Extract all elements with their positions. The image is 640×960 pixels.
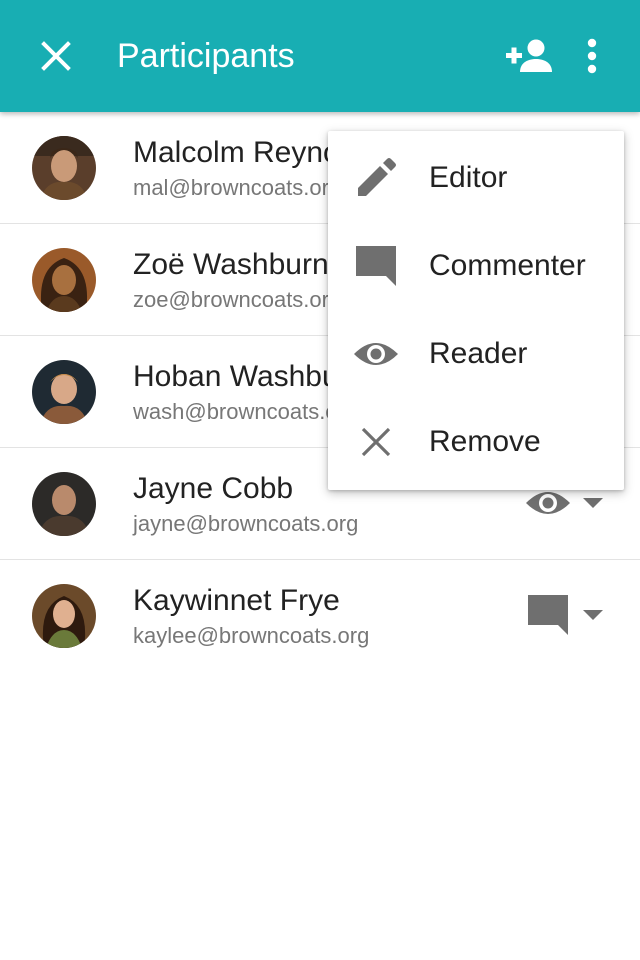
menu-item-commenter[interactable]: Commenter xyxy=(328,222,624,310)
menu-item-label: Reader xyxy=(429,337,528,370)
app-bar: Participants xyxy=(0,0,640,112)
comment-icon xyxy=(528,595,568,635)
participant-name: Kaywinnet Frye xyxy=(133,584,340,617)
participant-name: Zoë Washburne xyxy=(133,248,346,281)
close-icon xyxy=(361,427,391,457)
menu-item-remove[interactable]: Remove xyxy=(328,398,624,486)
avatar xyxy=(32,248,96,312)
person-add-icon xyxy=(506,39,552,72)
eye-icon xyxy=(354,343,398,365)
role-dropdown[interactable] xyxy=(520,590,620,640)
participant-email: jayne@browncoats.org xyxy=(133,511,359,536)
add-participant-button[interactable] xyxy=(500,30,556,82)
menu-item-label: Editor xyxy=(429,161,508,194)
comment-icon xyxy=(356,246,396,286)
close-button[interactable] xyxy=(28,28,84,84)
avatar xyxy=(32,584,96,648)
eye-icon xyxy=(526,492,570,514)
chevron-down-icon xyxy=(583,610,603,620)
more-vert-icon xyxy=(587,38,597,74)
pencil-icon xyxy=(358,158,396,196)
participant-email: zoe@browncoats.org xyxy=(133,287,342,312)
role-menu: Editor Commenter Reader Remove xyxy=(328,131,624,490)
avatar xyxy=(32,472,96,536)
avatar xyxy=(32,136,96,200)
menu-item-reader[interactable]: Reader xyxy=(328,310,624,398)
chevron-down-icon xyxy=(583,498,603,508)
avatar xyxy=(32,360,96,424)
menu-item-editor[interactable]: Editor xyxy=(328,134,624,222)
page-title: Participants xyxy=(117,37,295,75)
participant-email: kaylee@browncoats.org xyxy=(133,623,370,648)
menu-item-label: Commenter xyxy=(429,249,586,282)
more-options-button[interactable] xyxy=(570,30,614,82)
participant-row[interactable]: Kaywinnet Frye kaylee@browncoats.org xyxy=(0,560,640,672)
participant-name: Jayne Cobb xyxy=(133,472,294,505)
menu-item-label: Remove xyxy=(429,425,541,458)
close-icon xyxy=(41,41,71,71)
participant-email: mal@browncoats.org xyxy=(133,175,342,200)
participant-email: wash@browncoats.org xyxy=(133,399,358,424)
